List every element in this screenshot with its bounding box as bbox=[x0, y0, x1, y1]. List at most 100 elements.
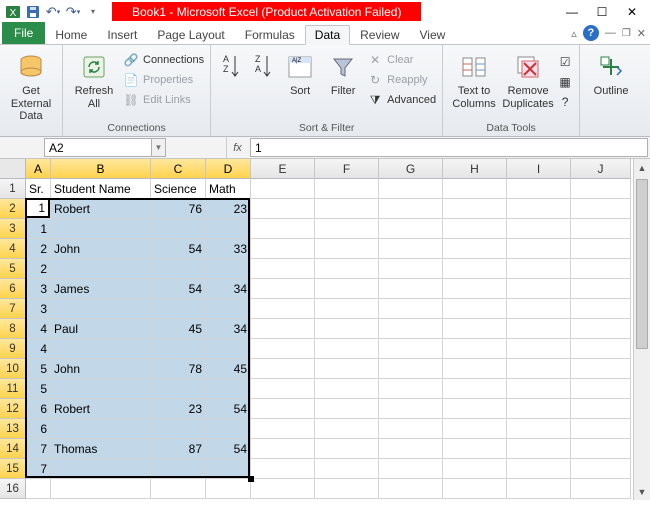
col-header-F[interactable]: F bbox=[315, 159, 379, 179]
cell-E12[interactable] bbox=[251, 399, 315, 419]
column-headers[interactable]: ABCDEFGHIJ bbox=[26, 159, 631, 179]
cell-E9[interactable] bbox=[251, 339, 315, 359]
row-header-8[interactable]: 8 bbox=[0, 319, 26, 339]
cell-G9[interactable] bbox=[379, 339, 443, 359]
scroll-thumb[interactable] bbox=[636, 179, 648, 349]
remove-duplicates-button[interactable]: Remove Duplicates bbox=[503, 47, 553, 110]
cell-C1[interactable]: Science bbox=[151, 179, 206, 199]
cell-I5[interactable] bbox=[507, 259, 571, 279]
cell-J3[interactable] bbox=[571, 219, 631, 239]
fill-handle[interactable] bbox=[248, 476, 254, 482]
cell-B13[interactable] bbox=[51, 419, 151, 439]
properties-button[interactable]: 📄Properties bbox=[123, 71, 204, 89]
cell-C14[interactable]: 87 bbox=[151, 439, 206, 459]
cell-F10[interactable] bbox=[315, 359, 379, 379]
select-all-corner[interactable] bbox=[0, 159, 26, 179]
undo-icon[interactable]: ↶▾ bbox=[44, 3, 62, 21]
cell-F12[interactable] bbox=[315, 399, 379, 419]
row-header-3[interactable]: 3 bbox=[0, 219, 26, 239]
cell-I8[interactable] bbox=[507, 319, 571, 339]
tab-data[interactable]: Data bbox=[305, 25, 350, 45]
cell-B15[interactable] bbox=[51, 459, 151, 479]
cell-E2[interactable] bbox=[251, 199, 315, 219]
cell-H7[interactable] bbox=[443, 299, 507, 319]
cell-E15[interactable] bbox=[251, 459, 315, 479]
cell-G7[interactable] bbox=[379, 299, 443, 319]
cell-H8[interactable] bbox=[443, 319, 507, 339]
cell-B2[interactable]: Robert bbox=[51, 199, 151, 219]
cell-G14[interactable] bbox=[379, 439, 443, 459]
cell-E11[interactable] bbox=[251, 379, 315, 399]
cell-F11[interactable] bbox=[315, 379, 379, 399]
cell-C7[interactable] bbox=[151, 299, 206, 319]
cell-A7[interactable]: 3 bbox=[26, 299, 51, 319]
consolidate-button[interactable]: ▦ bbox=[557, 73, 573, 91]
cell-I6[interactable] bbox=[507, 279, 571, 299]
col-header-B[interactable]: B bbox=[51, 159, 151, 179]
cell-F9[interactable] bbox=[315, 339, 379, 359]
cell-A11[interactable]: 5 bbox=[26, 379, 51, 399]
cell-D1[interactable]: Math bbox=[206, 179, 251, 199]
workbook-restore-icon[interactable]: ❐ bbox=[622, 28, 631, 39]
cell-J5[interactable] bbox=[571, 259, 631, 279]
col-header-G[interactable]: G bbox=[379, 159, 443, 179]
tab-page-layout[interactable]: Page Layout bbox=[147, 24, 234, 44]
row-header-2[interactable]: 2 bbox=[0, 199, 26, 219]
cell-D8[interactable]: 34 bbox=[206, 319, 251, 339]
cell-J1[interactable] bbox=[571, 179, 631, 199]
cell-C13[interactable] bbox=[151, 419, 206, 439]
cell-B7[interactable] bbox=[51, 299, 151, 319]
cell-D2[interactable]: 23 bbox=[206, 199, 251, 219]
cell-C4[interactable]: 54 bbox=[151, 239, 206, 259]
tab-review[interactable]: Review bbox=[350, 24, 409, 44]
cell-J8[interactable] bbox=[571, 319, 631, 339]
cell-C9[interactable] bbox=[151, 339, 206, 359]
cell-C2[interactable]: 76 bbox=[151, 199, 206, 219]
cell-J12[interactable] bbox=[571, 399, 631, 419]
excel-icon[interactable]: X bbox=[4, 3, 22, 21]
cell-A6[interactable]: 3 bbox=[26, 279, 51, 299]
row-header-10[interactable]: 10 bbox=[0, 359, 26, 379]
cell-H3[interactable] bbox=[443, 219, 507, 239]
data-validation-button[interactable]: ☑ bbox=[557, 53, 573, 71]
cell-E16[interactable] bbox=[251, 479, 315, 499]
cell-F14[interactable] bbox=[315, 439, 379, 459]
col-header-H[interactable]: H bbox=[443, 159, 507, 179]
cell-C11[interactable] bbox=[151, 379, 206, 399]
refresh-all-button[interactable]: Refresh All bbox=[69, 47, 119, 110]
cell-E14[interactable] bbox=[251, 439, 315, 459]
cell-D12[interactable]: 54 bbox=[206, 399, 251, 419]
cell-A12[interactable]: 6 bbox=[26, 399, 51, 419]
cell-B16[interactable] bbox=[51, 479, 151, 499]
cell-A8[interactable]: 4 bbox=[26, 319, 51, 339]
cell-C12[interactable]: 23 bbox=[151, 399, 206, 419]
connections-button[interactable]: 🔗Connections bbox=[123, 51, 204, 69]
cell-A2[interactable]: 1 bbox=[26, 199, 51, 219]
cell-G4[interactable] bbox=[379, 239, 443, 259]
cell-A14[interactable]: 7 bbox=[26, 439, 51, 459]
maximize-button[interactable]: ☐ bbox=[588, 2, 616, 22]
cell-C8[interactable]: 45 bbox=[151, 319, 206, 339]
cell-B1[interactable]: Student Name bbox=[51, 179, 151, 199]
row-header-16[interactable]: 16 bbox=[0, 479, 26, 499]
formula-input[interactable] bbox=[250, 138, 648, 157]
cell-B4[interactable]: John bbox=[51, 239, 151, 259]
cell-I12[interactable] bbox=[507, 399, 571, 419]
cell-I1[interactable] bbox=[507, 179, 571, 199]
row-headers[interactable]: 12345678910111213141516 bbox=[0, 179, 26, 499]
sort-desc-button[interactable]: ZA bbox=[249, 47, 277, 83]
cell-I14[interactable] bbox=[507, 439, 571, 459]
cell-F2[interactable] bbox=[315, 199, 379, 219]
cell-J6[interactable] bbox=[571, 279, 631, 299]
cell-A5[interactable]: 2 bbox=[26, 259, 51, 279]
cell-A15[interactable]: 7 bbox=[26, 459, 51, 479]
cell-F3[interactable] bbox=[315, 219, 379, 239]
cell-H2[interactable] bbox=[443, 199, 507, 219]
cell-F5[interactable] bbox=[315, 259, 379, 279]
row-header-5[interactable]: 5 bbox=[0, 259, 26, 279]
cell-E5[interactable] bbox=[251, 259, 315, 279]
cell-G6[interactable] bbox=[379, 279, 443, 299]
row-header-9[interactable]: 9 bbox=[0, 339, 26, 359]
cell-I9[interactable] bbox=[507, 339, 571, 359]
row-header-15[interactable]: 15 bbox=[0, 459, 26, 479]
